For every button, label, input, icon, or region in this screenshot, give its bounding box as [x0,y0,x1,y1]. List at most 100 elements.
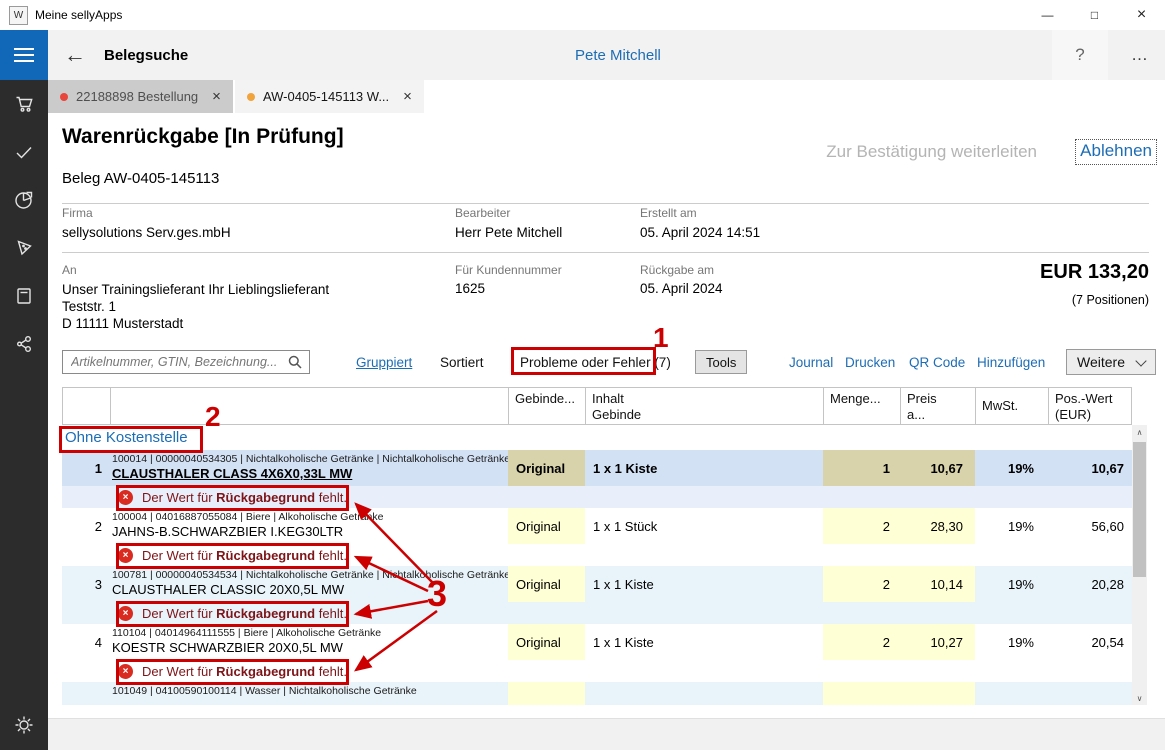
preis-cell[interactable] [900,682,975,705]
article-name: KOESTR SCHWARZBIER 20X0,5L MW [112,640,508,655]
total-amount: EUR 133,20 [1040,261,1149,284]
error-message: Der Wert für Rückgabegrund fehlt. [142,548,347,563]
table-row[interactable]: 4 110104 | 04014964111555 | Biere | Alko… [62,624,1132,660]
company-label: Firma [62,206,93,220]
content-footer [48,718,1165,750]
article-name: CLAUSTHALER CLASS 4X6X0,33L MW [112,466,508,481]
pie-chart-icon [13,189,35,211]
forward-for-approval-button[interactable]: Zur Bestätigung weiterleiten [826,142,1037,162]
sidebar-item-statistics[interactable] [0,176,48,224]
more-dropdown-button[interactable]: Weitere [1066,349,1156,375]
document-tabbar: 22188898 Bestellung × AW-0405-145113 W..… [48,80,1165,113]
tab-label: AW-0405-145113 W... [263,89,389,104]
qr-code-link[interactable]: QR Code [909,355,965,370]
customer-number-value: 1625 [455,281,485,296]
menge-cell[interactable]: 2 [823,624,900,660]
menge-cell[interactable]: 1 [823,450,900,486]
recipient-label: An [62,263,77,277]
sidebar-item-cart[interactable] [0,80,48,128]
tab-close-icon[interactable]: × [403,88,412,105]
back-arrow-icon[interactable]: ← [56,30,94,80]
help-icon[interactable]: ? [1052,30,1108,80]
tab-status-dot-red [60,93,68,101]
overflow-menu-icon[interactable]: … [1114,30,1165,80]
scrollbar-thumb[interactable] [1133,442,1146,577]
scroll-down-icon[interactable]: ∨ [1132,691,1147,705]
positions-table: Gebinde... InhaltGebinde Menge... Preisa… [62,387,1132,705]
table-row[interactable]: 101049 | 04100590100114 | Wasser | Nicht… [62,682,1132,705]
article-meta: 101049 | 04100590100114 | Wasser | Nicht… [112,685,508,697]
col-number [63,388,111,424]
pennant-icon [13,237,35,259]
customer-number-label: Für Kundennummer [455,263,562,277]
journal-link[interactable]: Journal [789,355,833,370]
group-header-ohne-kostenstelle[interactable]: Ohne Kostenstelle [62,425,1132,450]
sidebar-item-settings[interactable] [0,704,48,746]
col-inhalt[interactable]: InhaltGebinde [586,388,824,424]
gebinde-cell[interactable]: Original [508,566,585,602]
reject-button[interactable]: Ablehnen [1075,139,1157,165]
divider [62,203,1149,204]
col-gebinde[interactable]: Gebinde... [509,388,586,424]
add-link[interactable]: Hinzufügen [977,355,1045,370]
article-meta: 100014 | 00000040534305 | Nichtalkoholis… [112,453,508,465]
preis-cell[interactable]: 10,27 [900,624,975,660]
article-name: JAHNS-B.SCHWARZBIER I.KEG30LTR [112,524,508,539]
col-wert[interactable]: Pos.-Wert(EUR) [1049,388,1132,424]
print-link[interactable]: Drucken [845,355,895,370]
menge-cell[interactable] [823,682,900,705]
user-name-link[interactable]: Pete Mitchell [575,30,661,80]
error-message: Der Wert für Rückgabegrund fehlt. [142,606,347,621]
scroll-up-icon[interactable]: ∧ [1132,425,1147,439]
table-row[interactable]: 3 100781 | 00000040534534 | Nichtalkohol… [62,566,1132,602]
error-row: × Der Wert für Rückgabegrund fehlt. [62,544,1132,566]
return-date-label: Rückgabe am [640,263,714,277]
divider [62,252,1149,253]
minimize-icon[interactable]: — [1024,0,1071,30]
tab-close-icon[interactable]: × [212,88,221,105]
gebinde-cell[interactable]: Original [508,508,585,544]
app-header: ← Belegsuche Pete Mitchell ? … [0,30,1165,80]
sidebar-item-catalog[interactable] [0,272,48,320]
error-row: × Der Wert für Rückgabegrund fehlt. [62,486,1132,508]
sidebar-item-tasks[interactable] [0,128,48,176]
gebinde-cell[interactable]: Original [508,624,585,660]
company-value: sellysolutions Serv.ges.mbH [62,225,231,240]
tools-button[interactable]: Tools [695,350,747,374]
chevron-down-icon [1135,355,1146,366]
created-label: Erstellt am [640,206,697,220]
table-row[interactable]: 2 100004 | 04016887055084 | Biere | Alko… [62,508,1132,544]
settings-gear-icon [13,714,35,736]
article-meta: 100781 | 00000040534534 | Nichtalkoholis… [112,569,508,581]
grouped-link[interactable]: Gruppiert [356,355,412,370]
preis-cell[interactable]: 10,67 [900,450,975,486]
sidebar-item-share[interactable] [0,320,48,368]
recipient-address: Unser Trainingslieferant Ihr Lieblingsli… [62,281,329,332]
preis-cell[interactable]: 28,30 [900,508,975,544]
created-value: 05. April 2024 14:51 [640,225,760,240]
sidebar-item-offers[interactable] [0,224,48,272]
document-number: Beleg AW-0405-145113 [62,170,219,187]
problems-errors-link[interactable]: Probleme oder Fehler (7) [520,355,671,370]
gebinde-cell[interactable] [508,682,585,705]
app-logo-icon: W [9,6,28,25]
tab-warenrueckgabe[interactable]: AW-0405-145113 W... × [235,80,424,113]
table-row[interactable]: 1 100014 | 00000040534305 | Nichtalkohol… [62,450,1132,486]
sorted-link[interactable]: Sortiert [440,355,484,370]
hamburger-menu-button[interactable] [0,30,48,80]
col-preis[interactable]: Preisa... [901,388,976,424]
search-input[interactable] [63,355,288,369]
col-menge[interactable]: Menge... [824,388,901,424]
menge-cell[interactable]: 2 [823,508,900,544]
share-icon [13,333,35,355]
gebinde-cell[interactable]: Original [508,450,585,486]
table-scrollbar[interactable]: ∧ ∨ [1132,425,1147,705]
check-icon [13,141,35,163]
preis-cell[interactable]: 10,14 [900,566,975,602]
close-icon[interactable]: × [1118,0,1165,30]
col-mwst[interactable]: MwSt. [976,388,1049,424]
menge-cell[interactable]: 2 [823,566,900,602]
tab-bestellung[interactable]: 22188898 Bestellung × [48,80,233,113]
book-icon [13,285,35,307]
maximize-icon[interactable]: □ [1071,0,1118,30]
